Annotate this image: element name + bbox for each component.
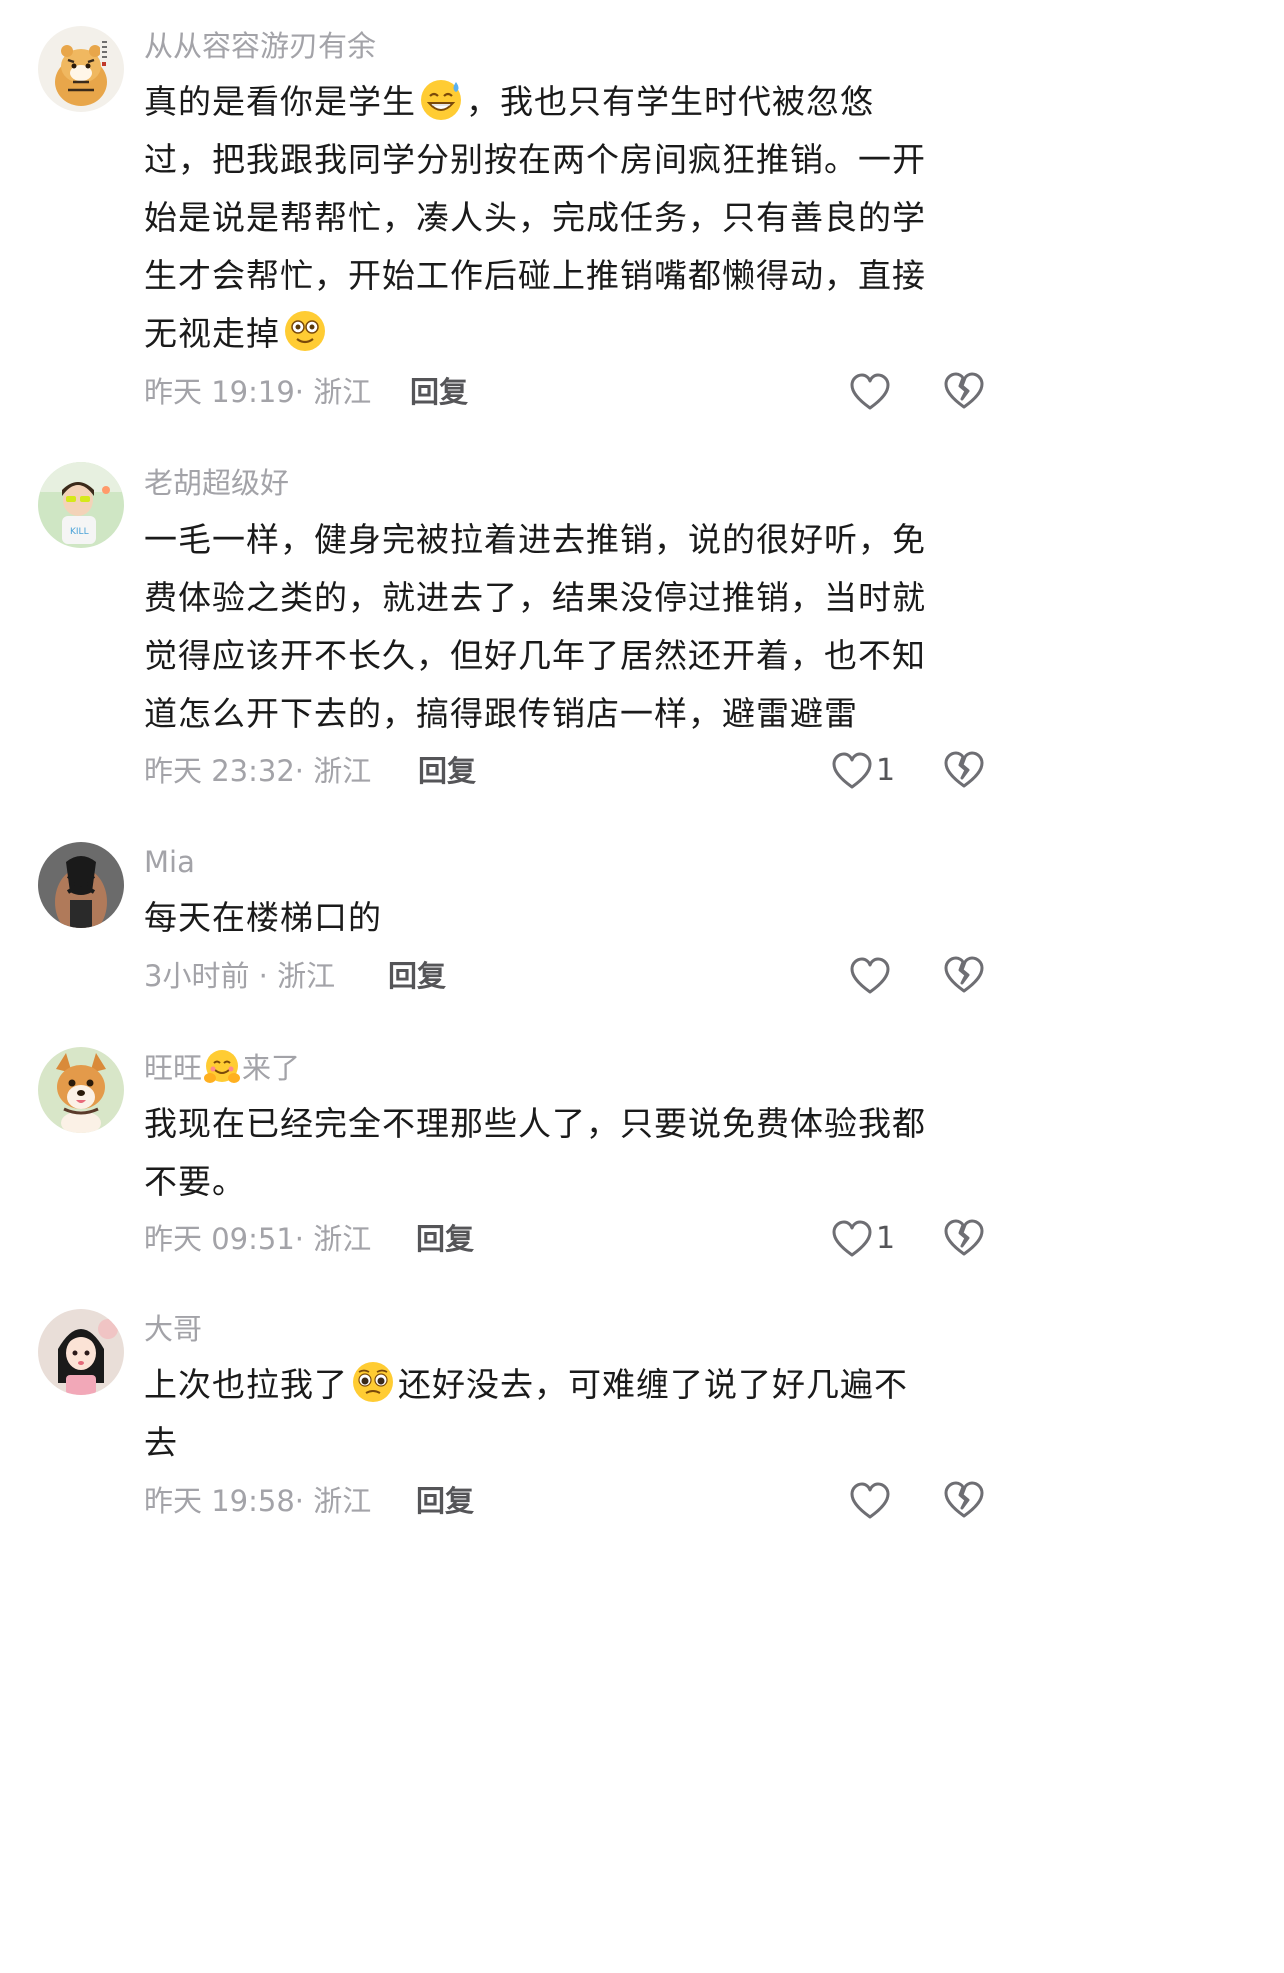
reply-button[interactable]: 回复 <box>410 372 468 412</box>
username[interactable]: Mia <box>144 842 195 882</box>
heart-icon <box>850 1482 890 1519</box>
girl-cartoon-avatar-icon <box>38 1309 124 1395</box>
broken-heart-icon <box>944 1219 984 1256</box>
dislike-button[interactable] <box>944 1218 984 1258</box>
dislike-button[interactable] <box>944 955 984 995</box>
avatar[interactable] <box>38 26 124 112</box>
dizzy-face-emoji-icon <box>285 311 325 351</box>
comment-item: 旺旺 来了 我现在已经完全不理那些人了，只要说免费体验我都 不要。 昨天 09:5… <box>0 1040 1024 1300</box>
comment-text-segment: 还好没去，可难缠了说了好几遍不 <box>398 1365 908 1404</box>
broken-heart-icon <box>944 1481 984 1518</box>
location: · 浙江 <box>294 754 372 788</box>
location: · 浙江 <box>294 375 372 409</box>
timestamp: 昨天 19:58 <box>144 1484 295 1518</box>
like-count: 1 <box>876 1221 896 1256</box>
avatar[interactable] <box>38 1047 124 1133</box>
pleading-face-emoji-icon <box>353 1362 393 1402</box>
broken-heart-icon <box>944 956 984 993</box>
location: · 浙江 <box>294 1222 372 1256</box>
comment-meta: 3小时前 · 浙江 <box>144 956 335 996</box>
username[interactable]: 旺旺 来了 <box>144 1048 300 1088</box>
avatar[interactable] <box>38 842 124 928</box>
like-button[interactable]: 1 <box>832 1219 895 1259</box>
avatar[interactable]: KILL <box>38 462 124 548</box>
comment-line: 每天在楼梯口的 <box>144 898 382 937</box>
dislike-button[interactable] <box>944 1480 984 1520</box>
comment-line: 一毛一样，健身完被拉着进去推销，说的很好听，免 <box>144 520 926 559</box>
comment-item: KILL 老胡超级好 一毛一样，健身完被拉着进去推销，说的很好听，免 费体验之类… <box>0 440 1024 840</box>
avatar[interactable] <box>38 1309 124 1395</box>
comment-meta: 昨天 23:32· 浙江 <box>144 751 371 791</box>
reply-button[interactable]: 回复 <box>418 751 476 791</box>
username[interactable]: 从从容容游刃有余 <box>144 26 376 66</box>
comment-line: 真的是看你是学生 ，我也只有学生时代被忽悠 <box>144 73 984 131</box>
timestamp: 昨天 19:19 <box>144 375 295 409</box>
hugging-face-emoji-icon <box>204 1050 241 1083</box>
location: · 浙江 <box>294 1484 372 1518</box>
heart-icon <box>832 752 872 789</box>
comment-line: 我现在已经完全不理那些人了，只要说免费体验我都 <box>144 1104 926 1143</box>
comment-line: 费体验之类的，就进去了，结果没停过推销，当时就 <box>144 578 926 617</box>
like-button[interactable] <box>850 1481 890 1521</box>
timestamp: 昨天 09:51 <box>144 1222 295 1256</box>
heart-icon <box>850 957 890 994</box>
heart-icon <box>832 1220 872 1257</box>
like-count: 1 <box>876 753 896 788</box>
comment-item: 大哥 上次也拉我了 还好没去，可难缠了说了好几遍不 去 昨天 19:58· 浙江 … <box>0 1300 1024 1573</box>
comment-line: 无视走掉 <box>144 305 984 363</box>
dislike-button[interactable] <box>944 750 984 790</box>
dislike-button[interactable] <box>944 371 984 411</box>
comment-line: 觉得应该开不长久，但好几年了居然还开着，也不知 <box>144 636 926 675</box>
comment-line: 始是说是帮帮忙，凑人头，完成任务，只有善良的学 <box>144 198 926 237</box>
like-button[interactable] <box>850 956 890 996</box>
timestamp: 昨天 23:32 <box>144 754 295 788</box>
corgi-dog-avatar-icon <box>38 1047 124 1133</box>
woman-back-avatar-icon <box>38 842 124 928</box>
comment-meta: 昨天 09:51· 浙江 <box>144 1219 371 1259</box>
timestamp: 3小时前 <box>144 959 250 993</box>
broken-heart-icon <box>944 372 984 409</box>
comment-text: 真的是看你是学生 ，我也只有学生时代被忽悠 过，把我跟我同学分别按在两个房间疯狂推… <box>144 73 984 363</box>
username-segment: 旺旺 <box>144 1051 203 1085</box>
reply-button[interactable]: 回复 <box>416 1219 474 1259</box>
reply-button[interactable]: 回复 <box>416 1481 474 1521</box>
comment-text: 上次也拉我了 还好没去，可难缠了说了好几遍不 去 <box>144 1356 984 1472</box>
comment-line: 道怎么开下去的，搞得跟传销店一样，避雷避雷 <box>144 694 858 733</box>
reply-button[interactable]: 回复 <box>388 956 446 996</box>
grinning-sweat-emoji-icon <box>421 80 461 120</box>
username-segment: 来了 <box>242 1051 301 1085</box>
comment-text-segment: ，我也只有学生时代被忽悠 <box>466 82 874 121</box>
comment-text: 我现在已经完全不理那些人了，只要说免费体验我都 不要。 <box>144 1095 984 1211</box>
comment-meta: 昨天 19:58· 浙江 <box>144 1481 371 1521</box>
comment-item: Mia 每天在楼梯口的 3小时前 · 浙江 回复 <box>0 840 1024 1040</box>
comment-text-segment: 无视走掉 <box>144 314 280 353</box>
svg-text:KILL: KILL <box>70 527 89 537</box>
heart-icon <box>850 373 890 410</box>
comment-text-segment: 上次也拉我了 <box>144 1365 348 1404</box>
location: · 浙江 <box>249 959 336 993</box>
comment-line: 上次也拉我了 还好没去，可难缠了说了好几遍不 <box>144 1356 984 1414</box>
comment-line: 去 <box>144 1423 178 1462</box>
tiger-avatar-icon <box>38 26 124 112</box>
comment-meta: 昨天 19:19· 浙江 <box>144 372 371 412</box>
comment-line: 不要。 <box>144 1162 246 1201</box>
comment-text: 每天在楼梯口的 <box>144 889 984 947</box>
comment-item: 从从容容游刃有余 真的是看你是学生 ，我也只有学生时代被忽悠 过，把我跟我同学分别… <box>0 0 1024 440</box>
like-button[interactable]: 1 <box>832 751 895 791</box>
like-button[interactable] <box>850 372 890 412</box>
username[interactable]: 老胡超级好 <box>144 463 289 503</box>
comment-text: 一毛一样，健身完被拉着进去推销，说的很好听，免 费体验之类的，就进去了，结果没停… <box>144 511 984 743</box>
broken-heart-icon <box>944 751 984 788</box>
kid-sunglasses-avatar-icon: KILL <box>38 462 124 548</box>
username[interactable]: 大哥 <box>144 1309 202 1349</box>
comment-line: 生才会帮忙，开始工作后碰上推销嘴都懒得动，直接 <box>144 256 926 295</box>
comment-text-segment: 真的是看你是学生 <box>144 82 416 121</box>
comment-line: 过，把我跟我同学分别按在两个房间疯狂推销。一开 <box>144 140 926 179</box>
